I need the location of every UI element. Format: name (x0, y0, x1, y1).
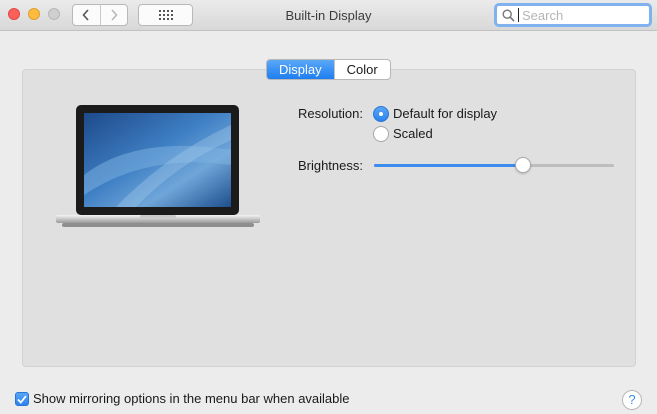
help-button[interactable]: ? (622, 390, 642, 410)
search-icon (502, 8, 515, 22)
laptop-image (56, 105, 260, 227)
chevron-right-icon (111, 9, 118, 21)
back-button[interactable] (73, 5, 100, 25)
checkmark-icon (17, 394, 27, 404)
search-input[interactable] (522, 7, 642, 23)
radio-scaled[interactable] (373, 126, 389, 142)
brightness-slider-fill (374, 164, 523, 167)
radio-default-label[interactable]: Default for display (393, 106, 497, 121)
brightness-slider-knob[interactable] (514, 157, 531, 173)
close-window-button[interactable] (8, 8, 20, 20)
resolution-label: Resolution: (297, 106, 363, 121)
show-all-button[interactable] (138, 4, 193, 26)
minimize-window-button[interactable] (28, 8, 40, 20)
grid-icon (158, 10, 173, 20)
text-caret (518, 8, 519, 22)
tab-display[interactable]: Display (267, 60, 334, 79)
title-bar: Built-in Display (0, 0, 657, 31)
zoom-window-button[interactable] (48, 8, 60, 20)
tab-bar: Display Color (266, 59, 391, 80)
mirroring-label[interactable]: Show mirroring options in the menu bar w… (33, 391, 350, 406)
search-field[interactable] (494, 3, 652, 27)
brightness-label: Brightness: (297, 158, 363, 173)
radio-default-for-display[interactable] (373, 106, 389, 122)
radio-scaled-label[interactable]: Scaled (393, 126, 433, 141)
mirroring-checkbox[interactable] (15, 392, 29, 406)
chevron-left-icon (82, 9, 89, 21)
tab-color[interactable]: Color (333, 60, 390, 79)
navigation-buttons (72, 4, 128, 26)
brightness-slider[interactable] (374, 157, 614, 173)
forward-button[interactable] (99, 5, 128, 25)
